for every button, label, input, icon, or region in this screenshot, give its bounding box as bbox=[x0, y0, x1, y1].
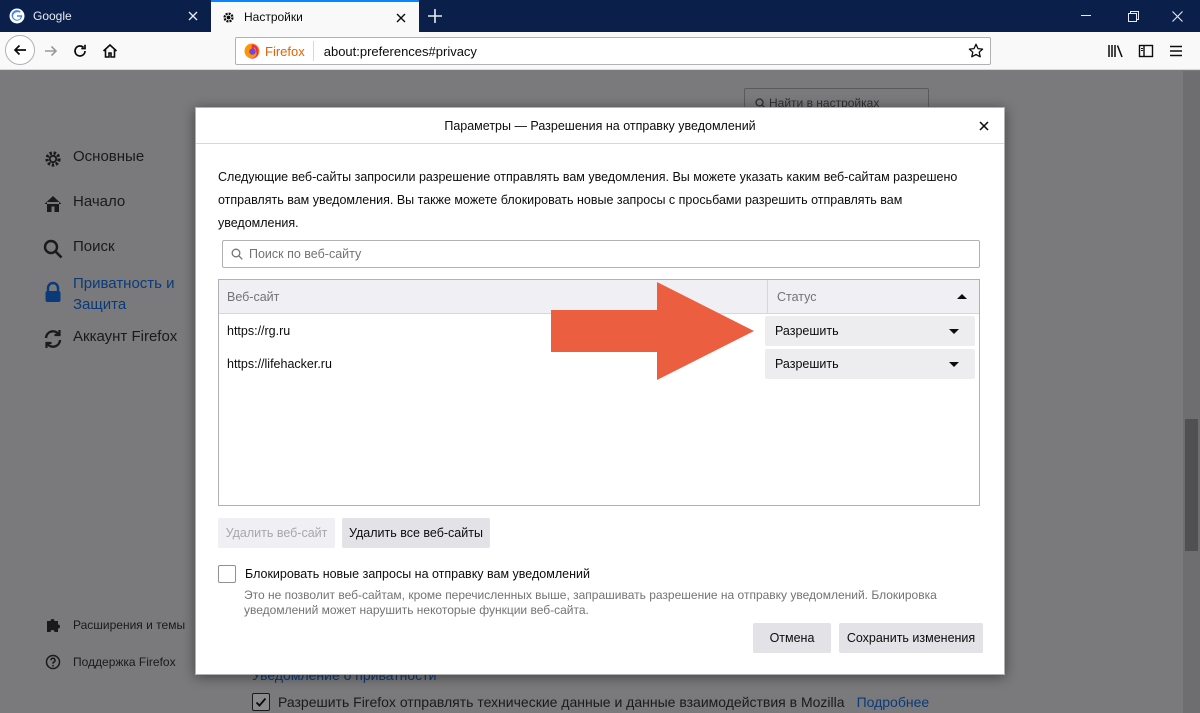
close-icon[interactable] bbox=[976, 118, 992, 134]
puzzle-icon bbox=[44, 616, 62, 634]
dialog-titlebar: Параметры — Разрешения на отправку уведо… bbox=[196, 108, 1004, 144]
sidebar-toggle-button[interactable] bbox=[1132, 37, 1160, 65]
close-icon[interactable] bbox=[185, 8, 201, 24]
sidebar-link-label: Поддержка Firefox bbox=[73, 655, 176, 669]
tab-google[interactable]: Google bbox=[0, 0, 211, 32]
learn-more-link[interactable]: Подробнее bbox=[857, 694, 930, 710]
block-requests-label: Блокировать новые запросы на отправку ва… bbox=[245, 567, 590, 581]
home-icon bbox=[102, 43, 118, 58]
arrow-right-icon bbox=[45, 45, 58, 57]
sidebar-link-label: Расширения и темы bbox=[73, 618, 186, 632]
lock-icon bbox=[42, 281, 64, 303]
block-requests-checkbox[interactable] bbox=[218, 565, 236, 583]
library-icon bbox=[1108, 45, 1123, 58]
row-site: https://rg.ru bbox=[227, 324, 291, 338]
sidebar-item-search[interactable]: Поиск bbox=[42, 238, 115, 260]
annotation-arrow bbox=[551, 282, 754, 380]
sidebar-item-label: Основные bbox=[73, 148, 145, 165]
page-scrollbar[interactable] bbox=[1183, 71, 1200, 713]
reload-icon bbox=[74, 44, 86, 57]
sort-ascending-icon bbox=[957, 294, 967, 299]
telemetry-label: Разрешить Firefox отправлять технические… bbox=[278, 694, 845, 710]
home-button[interactable] bbox=[96, 37, 124, 65]
sync-icon bbox=[42, 328, 64, 350]
forward-button[interactable] bbox=[37, 37, 65, 65]
url-bar[interactable]: Firefox about:preferences#privacy bbox=[235, 37, 991, 65]
remove-site-button[interactable]: Удалить веб-сайт bbox=[218, 518, 335, 548]
window-close-icon[interactable] bbox=[1154, 0, 1200, 32]
sidebar-link-support[interactable]: Поддержка Firefox bbox=[44, 653, 176, 671]
hamburger-icon bbox=[1170, 45, 1182, 57]
website-search-box[interactable] bbox=[222, 240, 980, 268]
google-icon bbox=[9, 8, 25, 24]
tab-settings[interactable]: Настройки bbox=[211, 0, 419, 32]
identity-label: Firefox bbox=[265, 43, 305, 59]
chevron-down-icon bbox=[949, 329, 959, 334]
identity-box[interactable]: Firefox bbox=[236, 41, 314, 61]
menu-button[interactable] bbox=[1162, 37, 1190, 65]
block-requests-note: Это не позволит веб-сайтам, кроме перечи… bbox=[244, 588, 937, 617]
gear-icon bbox=[220, 9, 236, 25]
firefox-icon bbox=[244, 43, 260, 59]
search-icon bbox=[231, 248, 243, 260]
website-search-input[interactable] bbox=[249, 247, 949, 261]
column-header-site[interactable]: Веб-сайт bbox=[227, 280, 279, 313]
library-button[interactable] bbox=[1102, 37, 1130, 65]
remove-all-sites-button[interactable]: Удалить все веб-сайты bbox=[342, 518, 490, 548]
reload-button[interactable] bbox=[66, 37, 94, 65]
new-tab-button[interactable] bbox=[425, 6, 445, 26]
tab-strip: Google Настройки bbox=[0, 0, 1200, 32]
help-icon bbox=[44, 653, 62, 671]
sidebar-link-addons[interactable]: Расширения и темы bbox=[44, 616, 185, 634]
close-icon[interactable] bbox=[393, 10, 409, 26]
sidebar-item-label: Аккаунт Firefox bbox=[73, 328, 178, 345]
navigation-toolbar: Firefox about:preferences#privacy bbox=[0, 32, 1200, 70]
tab-label: Настройки bbox=[244, 10, 303, 24]
star-icon[interactable] bbox=[968, 43, 984, 59]
back-button[interactable] bbox=[5, 35, 35, 65]
block-requests-row[interactable]: Блокировать новые запросы на отправку ва… bbox=[218, 565, 590, 583]
sidebar-item-sync[interactable]: Аккаунт Firefox bbox=[42, 328, 177, 350]
url-text[interactable]: about:preferences#privacy bbox=[324, 44, 477, 59]
sidebar-item-home[interactable]: Начало bbox=[42, 193, 125, 215]
scrollbar-thumb[interactable] bbox=[1185, 419, 1198, 551]
tab-label: Google bbox=[33, 9, 72, 23]
sidebar-item-label: Поиск bbox=[73, 238, 115, 255]
arrow-left-icon bbox=[13, 44, 26, 56]
dialog-description: Следующие веб-сайты запросили разрешение… bbox=[218, 170, 958, 230]
minimize-icon[interactable] bbox=[1063, 0, 1109, 32]
sidebar-item-label: Начало bbox=[73, 193, 126, 210]
sidebar-icon bbox=[1138, 44, 1154, 58]
gear-icon bbox=[42, 148, 64, 170]
save-changes-button[interactable]: Сохранить изменения bbox=[839, 623, 983, 653]
status-dropdown[interactable]: Разрешить bbox=[765, 316, 975, 346]
telemetry-checkbox[interactable] bbox=[252, 693, 270, 711]
checkmark-icon bbox=[255, 697, 267, 707]
telemetry-checkbox-row[interactable]: Разрешить Firefox отправлять технические… bbox=[252, 693, 929, 711]
restore-icon[interactable] bbox=[1110, 0, 1156, 32]
home-icon bbox=[42, 193, 64, 215]
row-site: https://lifehacker.ru bbox=[227, 357, 332, 371]
status-dropdown[interactable]: Разрешить bbox=[765, 349, 975, 379]
cancel-button[interactable]: Отмена bbox=[753, 623, 831, 653]
notification-permissions-dialog: Параметры — Разрешения на отправку уведо… bbox=[195, 107, 1005, 675]
search-icon bbox=[42, 238, 64, 260]
chevron-down-icon bbox=[949, 362, 959, 367]
sidebar-item-privacy[interactable]: Приватность и Защита bbox=[42, 273, 175, 315]
column-header-status[interactable]: Статус bbox=[767, 280, 979, 313]
sidebar-item-general[interactable]: Основные bbox=[42, 148, 144, 170]
dialog-title: Параметры — Разрешения на отправку уведо… bbox=[444, 118, 756, 133]
sidebar-item-label: Приватность и Защита bbox=[73, 275, 175, 313]
